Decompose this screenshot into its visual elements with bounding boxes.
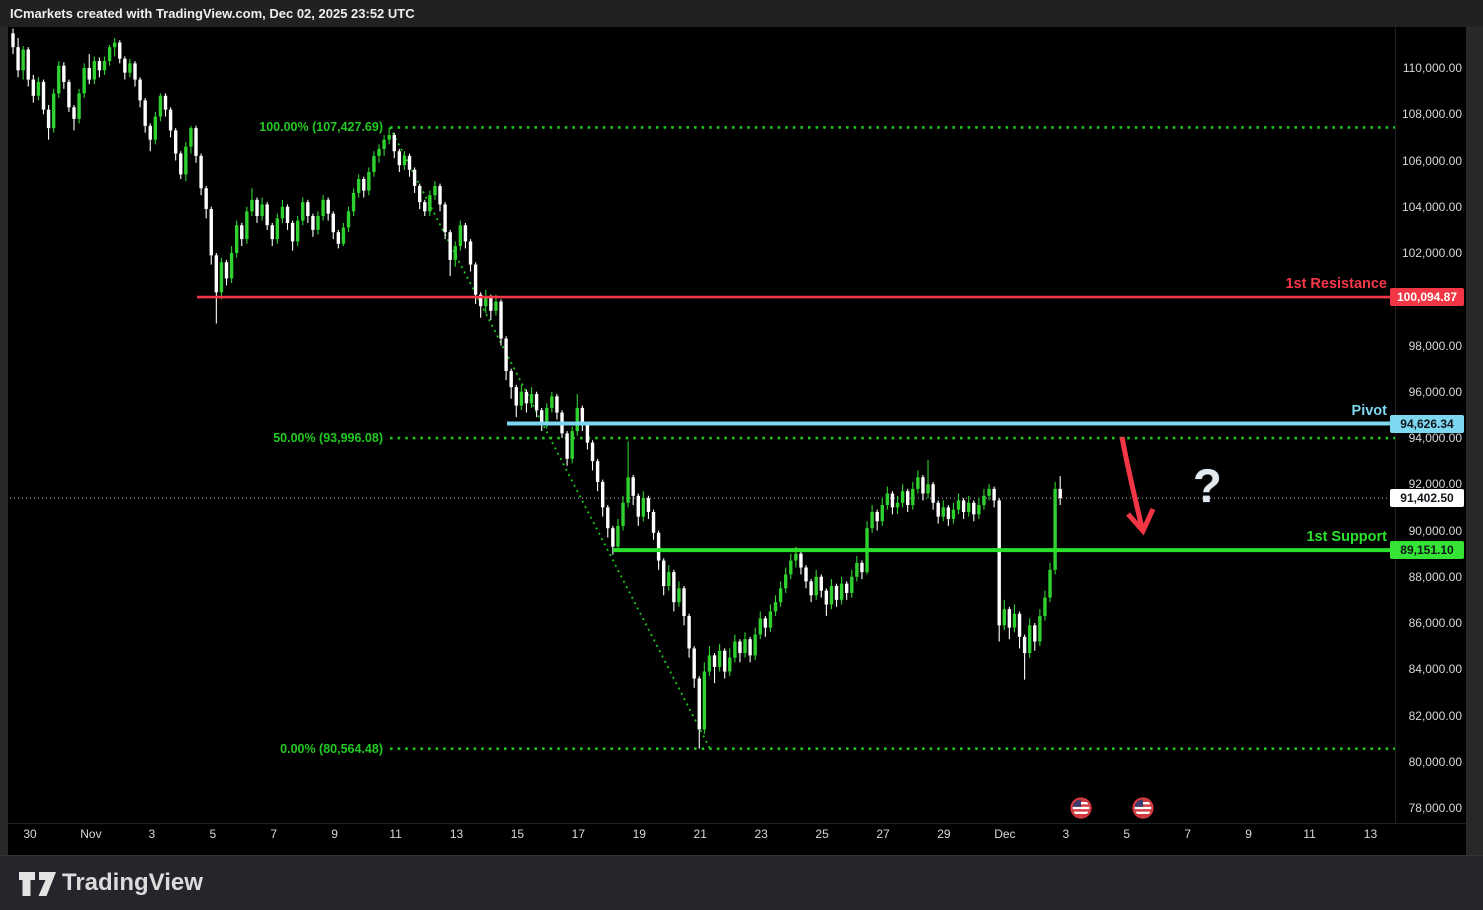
y-axis-tick: 94,000.00	[1409, 431, 1462, 445]
x-axis-tick: 15	[511, 827, 524, 841]
x-axis-tick: 30	[23, 827, 36, 841]
x-axis-tick: 27	[876, 827, 889, 841]
x-axis-tick: 25	[815, 827, 828, 841]
y-axis-tick: 98,000.00	[1409, 339, 1462, 353]
x-axis-tick: 3	[1062, 827, 1069, 841]
x-axis-tick: Nov	[80, 827, 101, 841]
down-arrow-drawing[interactable]	[1122, 437, 1153, 531]
attribution-text: ICmarkets created with TradingView.com, …	[10, 0, 415, 27]
tradingview-logo-text[interactable]: TradingView	[62, 856, 203, 909]
x-axis-tick: 5	[209, 827, 216, 841]
resistance-label: 1st Resistance	[1285, 276, 1387, 292]
question-mark-drawing[interactable]: ?	[1193, 458, 1222, 513]
y-axis-tick: 82,000.00	[1409, 709, 1462, 723]
event-marker-us-flag-icon[interactable]	[1071, 798, 1090, 817]
last-price-badge: 91,402.50	[1390, 489, 1464, 507]
y-axis-tick: 88,000.00	[1409, 570, 1462, 584]
y-axis-tick: 86,000.00	[1409, 616, 1462, 630]
fib-100-label: 100.00% (107,427.69)	[259, 120, 383, 134]
x-axis-tick: 9	[331, 827, 338, 841]
y-axis-tick: 108,000.00	[1402, 107, 1462, 121]
x-axis-tick: 21	[694, 827, 707, 841]
x-axis-tick: 13	[450, 827, 463, 841]
support-label: 1st Support	[1306, 529, 1387, 545]
footer-bar: TradingView	[0, 855, 1483, 910]
x-axis-tick: 17	[572, 827, 585, 841]
fib-retracement[interactable]	[390, 127, 1395, 748]
right-frame	[1466, 27, 1483, 855]
x-axis-tick: 11	[389, 827, 401, 841]
y-axis-tick: 104,000.00	[1402, 200, 1462, 214]
y-axis-tick: 84,000.00	[1409, 662, 1462, 676]
pivot-price-badge: 94,626.34	[1390, 415, 1464, 433]
x-axis-tick: 29	[937, 827, 950, 841]
y-axis-tick: 110,000.00	[1403, 61, 1462, 75]
x-axis-tick: 19	[633, 827, 646, 841]
chart-pane[interactable]	[0, 0, 1483, 909]
resistance-price-badge: 100,094.87	[1390, 288, 1464, 306]
tradingview-logo-icon[interactable]	[18, 869, 58, 899]
pivot-label: Pivot	[1352, 403, 1387, 419]
y-axis-tick: 80,000.00	[1409, 755, 1462, 769]
support-price-badge: 89,151.10	[1390, 541, 1464, 559]
x-axis-tick: 7	[270, 827, 277, 841]
x-axis-tick: Dec	[994, 827, 1015, 841]
x-axis-tick: 13	[1364, 827, 1377, 841]
left-frame	[0, 27, 8, 855]
candlestick-series	[11, 29, 1062, 749]
x-axis-tick: 23	[754, 827, 767, 841]
x-axis-tick: 11	[1303, 827, 1315, 841]
y-axis-tick: 96,000.00	[1409, 385, 1462, 399]
y-axis-tick: 78,000.00	[1409, 801, 1462, 815]
y-axis-tick: 102,000.00	[1402, 246, 1462, 260]
x-axis-tick: 3	[149, 827, 156, 841]
x-axis-tick: 9	[1245, 827, 1252, 841]
y-axis-tick: 106,000.00	[1402, 154, 1462, 168]
event-marker-us-flag-icon[interactable]	[1133, 798, 1152, 817]
x-axis-tick: 5	[1123, 827, 1130, 841]
fib-50-label: 50.00% (93,996.08)	[273, 431, 383, 445]
attribution-bar: ICmarkets created with TradingView.com, …	[0, 0, 1483, 27]
y-axis-tick: 90,000.00	[1409, 524, 1462, 538]
x-axis-tick: 7	[1184, 827, 1191, 841]
fib-0-label: 0.00% (80,564.48)	[280, 742, 383, 756]
